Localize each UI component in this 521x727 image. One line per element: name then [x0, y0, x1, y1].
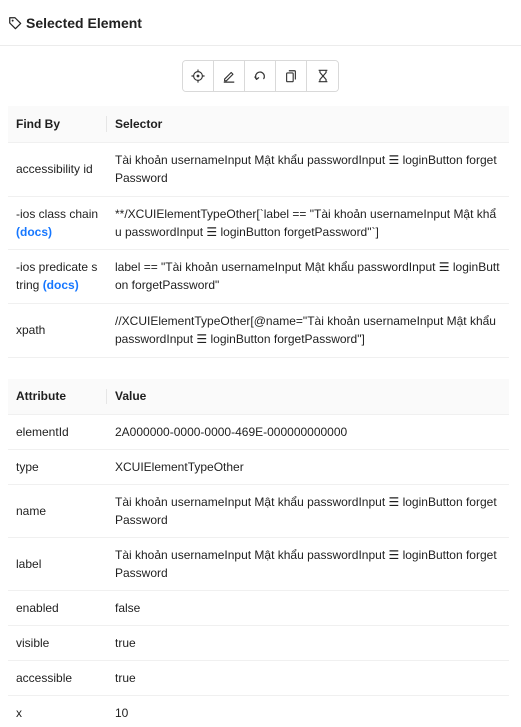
table-row: x 10 [8, 695, 509, 727]
attribute-name-cell: x [8, 695, 107, 727]
toolbar-wrap [0, 46, 521, 106]
attributes-table: Attribute Value elementId 2A000000-0000-… [8, 378, 509, 727]
table-row: elementId 2A000000-0000-0000-469E-000000… [8, 414, 509, 450]
find-by-cell: xpath [8, 303, 107, 358]
attribute-value-cell[interactable]: true [107, 625, 509, 661]
selector-cell[interactable]: **/XCUIElementTypeOther[`label == "Tài k… [107, 196, 509, 250]
table-row: accessible true [8, 660, 509, 696]
find-by-label: -ios class chain [16, 206, 99, 221]
copy-attributes-button[interactable] [276, 61, 307, 91]
docs-link[interactable]: (docs) [16, 225, 52, 239]
attribute-value-cell[interactable]: false [107, 590, 509, 626]
attribute-name-cell: label [8, 537, 107, 591]
copy-icon [286, 70, 296, 83]
table-row: label Tài khoản usernameInput Mật khẩu p… [8, 537, 509, 591]
attribute-name-cell: accessible [8, 660, 107, 696]
column-header-selector: Selector [107, 106, 509, 143]
crosshair-icon [191, 69, 205, 83]
selector-cell[interactable]: label == "Tài khoản usernameInput Mật kh… [107, 249, 509, 304]
selected-element-panel: Selected Element Find By Selector access… [0, 0, 521, 727]
pencil-icon [223, 71, 235, 83]
attribute-name-cell: visible [8, 625, 107, 661]
attribute-name-cell: type [8, 449, 107, 485]
table-row: name Tài khoản usernameInput Mật khẩu pa… [8, 484, 509, 538]
table-row: xpath //XCUIElementTypeOther[@name="Tài … [8, 303, 509, 358]
attribute-value-cell[interactable]: XCUIElementTypeOther [107, 449, 509, 485]
table-row: accessibility id Tài khoản usernameInput… [8, 142, 509, 197]
clear-button[interactable] [245, 61, 276, 91]
get-timing-button[interactable] [307, 61, 338, 91]
column-header-find-by: Find By [8, 106, 107, 143]
table-row: -ios class chain (docs) **/XCUIElementTy… [8, 196, 509, 250]
attribute-value-cell[interactable]: 10 [107, 695, 509, 727]
attribute-value-cell[interactable]: 2A000000-0000-0000-469E-000000000000 [107, 414, 509, 450]
find-by-cell: -ios predicate string (docs) [8, 249, 107, 304]
send-keys-button[interactable] [214, 61, 245, 91]
table-row: enabled false [8, 590, 509, 626]
panel-header: Selected Element [0, 0, 521, 46]
table-row: -ios predicate string (docs) label == "T… [8, 249, 509, 304]
find-by-cell: accessibility id [8, 142, 107, 197]
column-header-value: Value [107, 378, 509, 415]
attribute-name-cell: enabled [8, 590, 107, 626]
tables-gap [0, 358, 521, 379]
attributes-header-row: Attribute Value [8, 378, 509, 415]
table-row: type XCUIElementTypeOther [8, 449, 509, 485]
tap-element-button[interactable] [183, 61, 214, 91]
attribute-value-cell[interactable]: Tài khoản usernameInput Mật khẩu passwor… [107, 537, 509, 591]
selector-cell[interactable]: //XCUIElementTypeOther[@name="Tài khoản … [107, 303, 509, 358]
refresh-icon [254, 71, 265, 80]
find-by-cell: -ios class chain (docs) [8, 196, 107, 250]
column-header-attribute: Attribute [8, 378, 107, 415]
panel-title: Selected Element [26, 14, 142, 31]
tag-icon [9, 16, 22, 29]
attribute-name-cell: elementId [8, 414, 107, 450]
table-row: visible true [8, 625, 509, 661]
selector-cell[interactable]: Tài khoản usernameInput Mật khẩu passwor… [107, 142, 509, 197]
selectors-header-row: Find By Selector [8, 106, 509, 143]
attribute-value-cell[interactable]: true [107, 660, 509, 696]
hourglass-icon [318, 69, 327, 83]
attribute-value-cell[interactable]: Tài khoản usernameInput Mật khẩu passwor… [107, 484, 509, 538]
attribute-name-cell: name [8, 484, 107, 538]
element-actions-toolbar [182, 60, 339, 92]
docs-link[interactable]: (docs) [43, 278, 79, 292]
selectors-table: Find By Selector accessibility id Tài kh… [8, 106, 509, 358]
